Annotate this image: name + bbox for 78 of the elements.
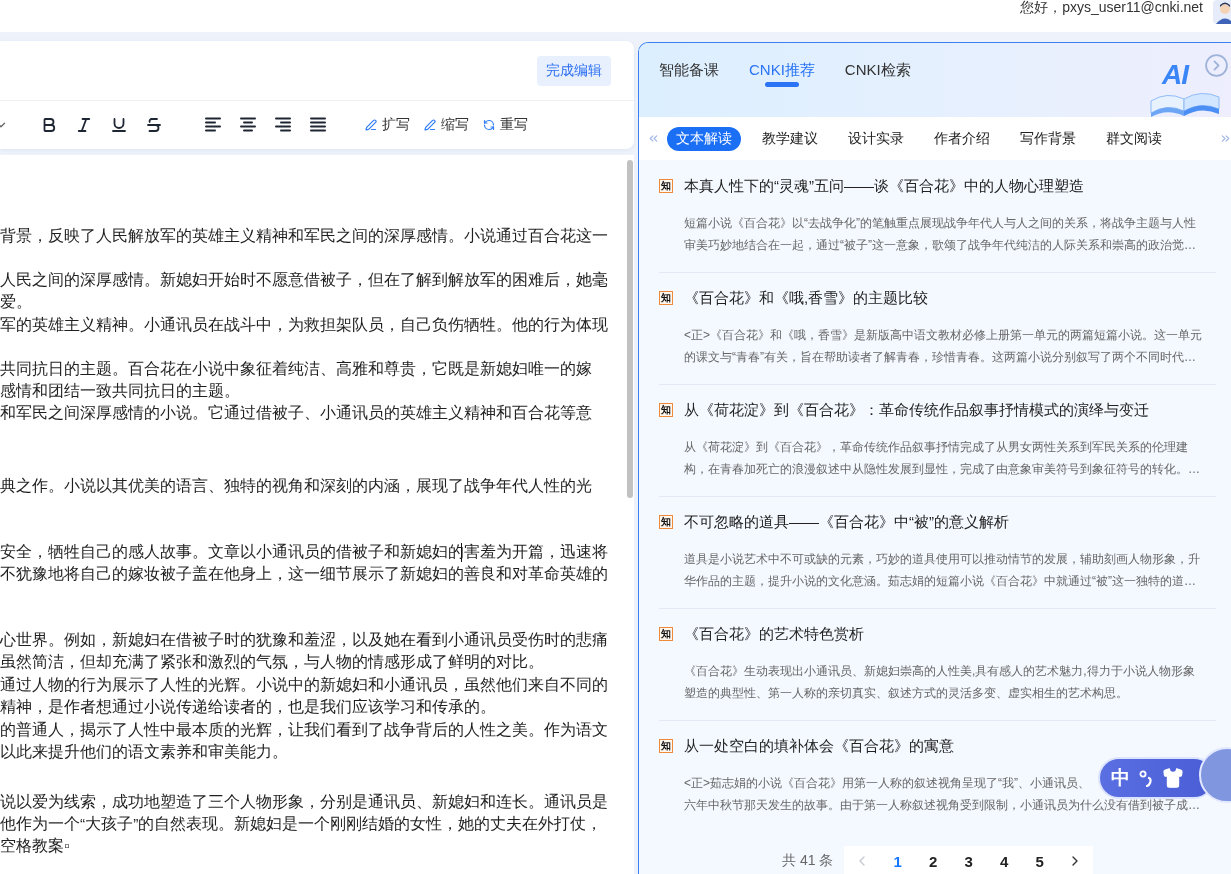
shirt-icon[interactable] [1162, 767, 1184, 789]
italic-icon[interactable] [75, 115, 93, 134]
page-number[interactable]: 5 [1021, 846, 1058, 874]
editor-text-line: 人民之间的深厚感情。新媳妇开始时不愿意借被子，但在了解到解放军的困难后，她毫 [0, 270, 608, 290]
article-summary-line: <正>《百合花》和《哦，香雪》是新版高中语文教材必修上册第一单元的两篇短篇小说。这一单元 [684, 327, 1202, 344]
editor-text-line: 以此来提升他们的语文素养和审美能力。 [0, 742, 288, 762]
input-mode-label[interactable]: 中 [1111, 767, 1130, 789]
editor-text-line: 和军民之间深厚感情的小说。它通过借被子、小通讯员的英雄主义精神和百合花等意 [0, 403, 592, 423]
source-badge: 知 [659, 739, 673, 753]
article-summary-line: 华作品的主题，提升小说的文化意涵。茹志娟的短篇小说《百合花》中就通过“被”这一独特的道… [684, 573, 1196, 590]
editor-text-line: 军的英雄主义精神。小通讯员在战斗中，为救担架队员，自己负伤牺牲。他的行为体现 [0, 315, 608, 335]
category-tab[interactable]: 文本解读 [667, 126, 741, 151]
source-badge: 知 [659, 291, 673, 305]
editor-text-line: 感情和团结一致共同抗日的主题。 [0, 381, 240, 401]
editor-text-line: 共同抗日的主题。百合花在小说中象征着纯洁、高雅和尊贵，它既是新媳妇唯一的嫁 [0, 359, 592, 379]
punctuation-icon[interactable] [1139, 769, 1153, 787]
align-justify-icon[interactable] [309, 116, 327, 133]
article-summary-line: 构，在青春加死亡的浪漫叙述中从隐性发展到显性，完成了由意象审美符号到象征符号的转化。… [684, 461, 1200, 478]
pen-icon [365, 118, 377, 131]
category-tab[interactable]: 群文阅读 [1097, 126, 1171, 151]
article-summary-line: 审美巧妙地结合在一起，通过“被子”这一意象，歌颂了战争年代纯洁的人际关系和崇高的政治觉… [684, 237, 1196, 254]
editor-text-line: 的普通人，揭示了人性中最本质的光辉，让我们看到了战争背后的人性之美。作为语文 [0, 720, 608, 740]
article-title[interactable]: 本真人性下的“灵魂”五问——谈《百合花》中的人物心理塑造 [684, 176, 1084, 196]
panel-tab[interactable]: CNKI推荐 [749, 60, 815, 87]
category-tab[interactable]: 设计实录 [839, 126, 913, 151]
article-title[interactable]: 《百合花》的艺术特色赏析 [684, 624, 864, 644]
editor-text-line: 心世界。例如，新媳妇在借被子时的犹豫和羞涩，以及她在看到小通讯员受伤时的悲痛 [0, 630, 608, 650]
source-badge: 知 [659, 627, 673, 641]
avatar-icon[interactable] [1213, 0, 1231, 24]
article-summary-line: 《百合花》生动表现出小通讯员、新媳妇崇高的人性美,具有感人的艺术魅力,得力于小说人物形象 [684, 663, 1195, 680]
article-summary-line: 六年中秋节那天发生的故事。由于第一人称叙述视角受到限制，小通讯员为什么没有借到被子成… [684, 797, 1200, 814]
article-summary-line: 塑造的典型性、第一人称的亲切真实、叙述方式的灵活多变、虚实相生的艺术构思。 [684, 685, 1128, 702]
source-badge: 知 [659, 179, 673, 193]
align-center-icon[interactable] [239, 116, 257, 133]
article-title[interactable]: 从一处空白的填补体会《百合花》的寓意 [684, 736, 954, 756]
source-badge: 知 [659, 515, 673, 529]
shrink-button[interactable]: 缩写 [424, 112, 469, 137]
article-title[interactable]: 不可忽略的道具——《百合花》中“被”的意义解析 [684, 512, 1009, 532]
article-summary-line: 从《荷花淀》到《百合花》，革命传统作品叙事抒情完成了从男女两性关系到军民关系的伦理建 [684, 439, 1188, 456]
article-title[interactable]: 从《荷花淀》到《百合花》：革命传统作品叙事抒情模式的演绎与变迁 [684, 400, 1149, 420]
done-editing-button[interactable]: 完成编辑 [537, 55, 611, 86]
page-number[interactable]: 2 [915, 846, 951, 874]
article-summary-line: 道具是小说艺术中不可或缺的元素，巧妙的道具使用可以推动情节的发展，辅助刻画人物形象，升 [684, 551, 1200, 568]
editor-text-line: 说以爱为线索，成功地塑造了三个人物形象，分别是通讯员、新媳妇和连长。通讯员是 [0, 792, 608, 812]
underline-icon[interactable] [110, 115, 128, 134]
editor-text-line: 不犹豫地将自己的嫁妆被子盖在他身上，这一细节展示了新媳妇的善良和对革命英雄的 [0, 564, 608, 584]
editor-text-line: 他作为一个“大孩子”的自然表现。新媳妇是一个刚刚结婚的女性，她的丈夫在外打仗， [0, 814, 603, 834]
source-badge: 知 [659, 403, 673, 417]
panel-tab[interactable]: CNKI检索 [844, 60, 911, 87]
align-left-icon[interactable] [204, 116, 222, 133]
expand-button[interactable]: 扩写 [365, 112, 410, 137]
editor-text-line: 精神，是作者想通过小说传递给读者的，也是我们应该学习和传承的。 [0, 697, 496, 717]
editor-text-line: 虽然简洁，但却充满了紧张和激烈的气氛，与人物的情感形成了鲜明的对比。 [0, 652, 544, 672]
editor-text-line: 爱。 [0, 292, 32, 312]
rewrite-button[interactable]: 重写 [483, 112, 528, 137]
editor-text-line: 典之作。小说以其优美的语言、独特的视角和深刻的内涵，展现了战争年代人性的光 [0, 476, 592, 496]
greeting-text: 您好，pxys_user11@cnki.net [1020, 0, 1203, 15]
category-tab[interactable]: 作者介绍 [925, 126, 999, 151]
article-summary-line: 的课文与“青春”有关，旨在帮助读者了解青春，珍惜青春。这两篇小说分别叙写了两个不同时代… [684, 349, 1196, 366]
article-title[interactable]: 《百合花》和《哦,香雪》的主题比较 [684, 288, 929, 308]
page-number[interactable]: 3 [950, 846, 987, 874]
scrollbar-thumb[interactable] [627, 160, 633, 498]
editor-text-line: 空格教案▫ [0, 836, 70, 856]
pen-icon [424, 118, 436, 131]
strikethrough-icon[interactable] [145, 115, 163, 134]
page-number[interactable]: 4 [986, 846, 1022, 874]
align-right-icon[interactable] [274, 116, 292, 133]
editor-text-line: 背景，反映了人民解放军的英雄主义精神和军民之间的深厚感情。小说通过百合花这一 [0, 226, 608, 246]
category-tab[interactable]: 教学建议 [753, 126, 827, 151]
category-tab[interactable]: 写作背景 [1011, 126, 1085, 151]
panel-tab[interactable]: 智能备课 [659, 60, 719, 87]
total-count: 共 41 条 [782, 852, 834, 870]
page-number[interactable]: 1 [879, 846, 916, 874]
ai-label: AI [1162, 61, 1188, 89]
article-summary-line: <正>茹志娟的小说《百合花》用第一人称的叙述视角呈现了“我”、小通讯员、 [684, 775, 1090, 792]
article-summary-line: 短篇小说《百合花》以“去战争化”的笔触重点展现战争年代人与人之间的关系，将战争主题与人性 [684, 215, 1196, 232]
editor-text-line: 通过人物的行为展示了人性的光辉。小说中的新媳妇和小通讯员，虽然他们来自不同的 [0, 675, 608, 695]
refresh-icon [483, 118, 495, 131]
